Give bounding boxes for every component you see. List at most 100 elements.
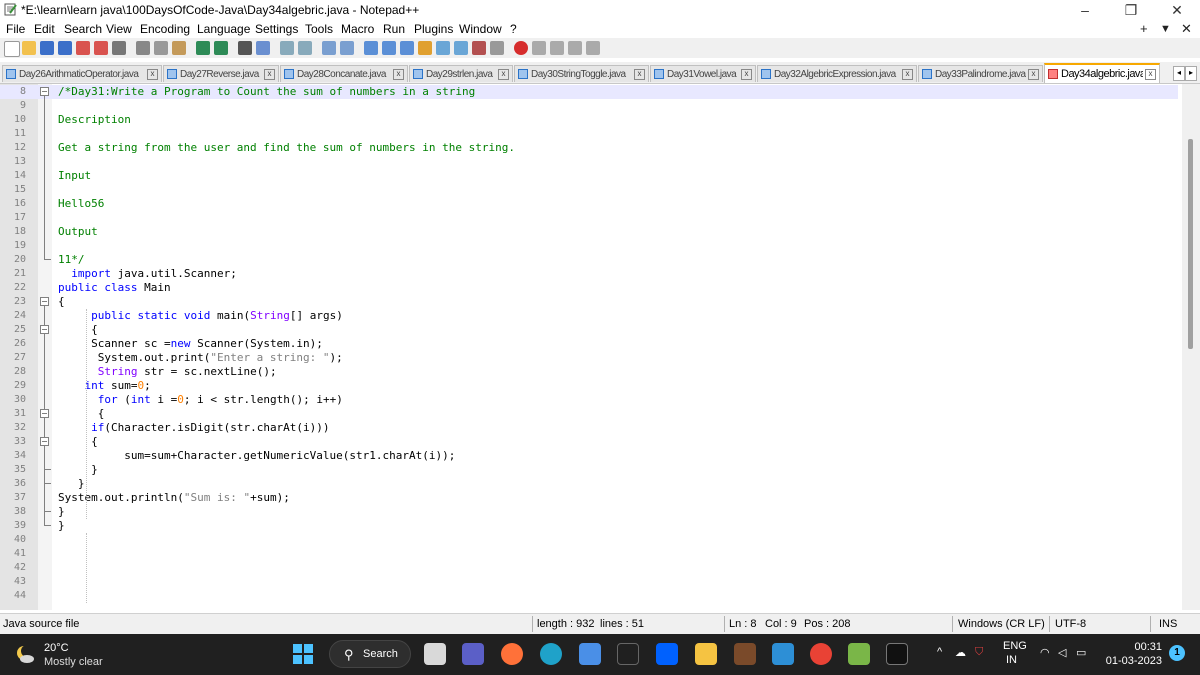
code-line[interactable]: 24 public static void main(String[] args… [0,309,1178,323]
zoom-out-icon[interactable] [298,41,312,55]
edge-icon[interactable] [540,643,562,665]
code-line[interactable]: 15 [0,183,1178,197]
code-editor[interactable]: 8 /*Day31:Write a Program to Count the su… [0,84,1200,610]
scrollbar-thumb[interactable] [1188,139,1193,349]
code-line[interactable]: 20 11*/ [0,253,1178,267]
open-file-icon[interactable] [22,41,36,55]
code-line[interactable]: 22 public class Main [0,281,1178,295]
code-line[interactable]: 14 Input [0,169,1178,183]
dropbox-icon[interactable] [656,643,678,665]
code-line[interactable]: 40 [0,533,1178,547]
command-prompt-icon[interactable] [886,643,908,665]
folder-as-workspace-icon[interactable] [472,41,486,55]
code-line[interactable]: 36 } [0,477,1178,491]
tab-scroll-left-icon[interactable]: ◂ [1173,66,1185,81]
code-line[interactable]: 17 [0,211,1178,225]
code-line[interactable]: 29 int sum=0; [0,379,1178,393]
wifi-icon[interactable]: ◠ [1040,646,1050,659]
save-macro-icon[interactable] [586,41,600,55]
minimize-button[interactable]: – [1062,0,1108,20]
menu-run[interactable]: Run [383,22,405,36]
chrome-icon[interactable] [810,643,832,665]
run-macro-multiple-icon[interactable] [568,41,582,55]
stop-macro-icon[interactable] [532,41,546,55]
restore-button[interactable]: ❐ [1108,0,1154,20]
monitoring-icon[interactable] [490,41,504,55]
security-shield-icon[interactable]: ⛉ [975,646,983,659]
terminal-app-icon[interactable] [617,643,639,665]
zoom-in-icon[interactable] [280,41,294,55]
app-icon[interactable] [734,643,756,665]
code-line[interactable]: 16 Hello56 [0,197,1178,211]
fold-toggle-icon[interactable] [40,325,49,334]
fold-toggle-icon[interactable] [40,87,49,96]
code-line[interactable]: 43 [0,575,1178,589]
code-line[interactable]: 27 System.out.print("Enter a string: "); [0,351,1178,365]
cut-icon[interactable] [136,41,150,55]
tab-day26[interactable]: Day26ArithmaticOperator.java x [2,65,162,82]
code-line[interactable]: 23 { [0,295,1178,309]
code-line[interactable]: 28 String str = sc.nextLine(); [0,365,1178,379]
code-line[interactable]: 10 Description [0,113,1178,127]
play-macro-icon[interactable] [550,41,564,55]
taskbar-clock[interactable]: 00:31 01-03-2023 [1106,641,1162,667]
tray-overflow-chevron-icon[interactable]: ^ [937,646,942,658]
redo-icon[interactable] [214,41,228,55]
save-icon[interactable] [40,41,54,55]
task-view-icon[interactable] [424,643,446,665]
menu-plugins[interactable]: Plugins [414,22,453,36]
tab-close-icon[interactable]: x [1028,68,1039,80]
find-icon[interactable] [238,41,252,55]
menu-search[interactable]: Search [64,22,102,36]
code-line[interactable]: 32 if(Character.isDigit(str.charAt(i))) [0,421,1178,435]
volume-icon[interactable]: ◁ [1058,646,1066,659]
menu-tools[interactable]: Tools [305,22,333,36]
menu-macro[interactable]: Macro [341,22,374,36]
code-line[interactable]: 31 { [0,407,1178,421]
eol-format[interactable]: Windows (CR LF) [958,618,1045,630]
tab-day27[interactable]: Day27Reverse.java x [163,65,279,82]
code-line[interactable]: 21 import java.util.Scanner; [0,267,1178,281]
close-file-icon[interactable] [76,41,90,55]
tab-day30[interactable]: Day30StringToggle.java x [514,65,649,82]
menu-edit[interactable]: Edit [34,22,55,36]
tab-list-control[interactable]: ▼ [1160,23,1171,35]
save-all-icon[interactable] [58,41,72,55]
tab-close-icon[interactable]: x [1145,68,1156,80]
mail-icon[interactable] [579,643,601,665]
tab-close-icon[interactable]: x [634,68,645,80]
show-all-chars-icon[interactable] [382,41,396,55]
encoding[interactable]: UTF-8 [1055,618,1086,630]
menu-window[interactable]: Window [459,22,502,36]
tab-close-icon[interactable]: x [393,68,404,80]
weather-condition[interactable]: Mostly clear [44,656,103,668]
tab-close-icon[interactable]: x [902,68,913,80]
tab-close-icon[interactable]: x [741,68,752,80]
tab-close-icon[interactable]: x [147,68,158,80]
code-line[interactable]: 41 [0,547,1178,561]
word-wrap-icon[interactable] [364,41,378,55]
close-all-icon[interactable] [94,41,108,55]
code-line[interactable]: 19 [0,239,1178,253]
weather-temperature[interactable]: 20°C [44,642,69,654]
code-line[interactable]: 38} [0,505,1178,519]
code-line[interactable]: 44 [0,589,1178,603]
function-list-icon[interactable] [454,41,468,55]
tab-day28[interactable]: Day28Concanate.java x [280,65,408,82]
doc-map-icon[interactable] [436,41,450,55]
menu-file[interactable]: File [6,22,25,36]
insert-mode[interactable]: INS [1159,618,1177,630]
input-language-secondary[interactable]: IN [1006,654,1017,666]
notepadpp-taskbar-icon[interactable] [848,643,870,665]
firefox-icon[interactable] [501,643,523,665]
tab-day31[interactable]: Day31Vowel.java x [650,65,756,82]
close-doc-control[interactable]: ✕ [1181,21,1192,37]
tab-day32[interactable]: Day32AlgebricExpression.java x [757,65,917,82]
menu-view[interactable]: View [106,22,132,36]
code-line[interactable]: 35 } [0,463,1178,477]
record-macro-icon[interactable] [514,41,528,55]
close-window-button[interactable]: ✕ [1154,0,1200,20]
start-button[interactable] [293,644,313,664]
undo-icon[interactable] [196,41,210,55]
fold-toggle-icon[interactable] [40,437,49,446]
